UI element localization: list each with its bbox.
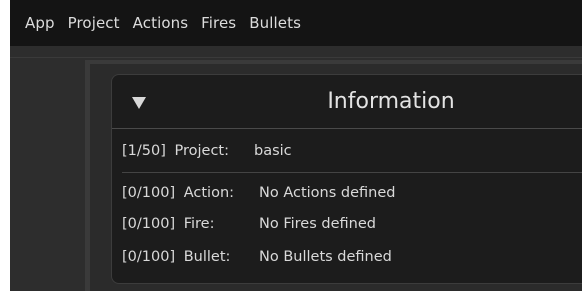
menu-fires[interactable]: Fires (201, 14, 236, 32)
fire-count: [0/100] (122, 216, 176, 232)
menu-actions[interactable]: Actions (133, 14, 189, 32)
fire-value: No Fires defined (259, 216, 376, 232)
project-count: [1/50] (122, 143, 166, 159)
information-panel: Information [1/50] Project: basic [0/100… (111, 74, 582, 284)
action-label: Action: (183, 185, 235, 201)
menu-app[interactable]: App (25, 14, 55, 32)
action-row: [0/100] Action: No Actions defined (122, 185, 395, 201)
project-label: Project: (174, 143, 230, 159)
menu-bar: App Project Actions Fires Bullets (10, 0, 582, 46)
action-value: No Actions defined (259, 185, 396, 201)
menu-project[interactable]: Project (68, 14, 120, 32)
workspace-divider (10, 57, 582, 58)
project-value: basic (254, 143, 292, 159)
panel-header-divider (112, 128, 582, 129)
project-row: [1/50] Project: basic (122, 143, 292, 159)
information-panel-header[interactable]: Information (112, 75, 582, 129)
bullet-count: [0/100] (122, 249, 176, 265)
section-divider (122, 172, 582, 173)
menu-bullets[interactable]: Bullets (249, 14, 301, 32)
fire-row: [0/100] Fire: No Fires defined (122, 216, 376, 232)
action-count: [0/100] (122, 185, 176, 201)
fire-label: Fire: (183, 216, 215, 232)
panel-title: Information (327, 89, 455, 114)
bullet-row: [0/100] Bullet: No Bullets defined (122, 249, 392, 265)
bullet-label: Bullet: (183, 249, 231, 265)
bullet-value: No Bullets defined (259, 249, 392, 265)
